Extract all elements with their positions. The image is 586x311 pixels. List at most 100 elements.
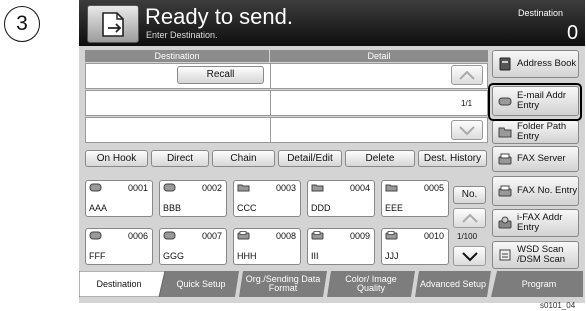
one-touch-number: 0003: [275, 183, 296, 193]
side-button-label: Folder Path Entry: [517, 121, 567, 142]
folder-icon: [237, 184, 250, 192]
page-indicator: 1/1: [461, 99, 473, 108]
one-touch-key[interactable]: 0005 EEE: [381, 180, 449, 217]
scroll-down-button[interactable]: [451, 120, 483, 140]
chain-button[interactable]: Chain: [212, 150, 275, 167]
image-code: s0101_04: [540, 301, 576, 310]
destination-count-label: Destination: [518, 8, 564, 18]
fax-icon: [237, 231, 250, 240]
destination-count: 0: [567, 22, 579, 44]
folder-icon: [498, 127, 512, 138]
one-touch-number: 0006: [127, 231, 148, 241]
tab-org-sending-data-format[interactable]: Org./Sending Data Format: [243, 271, 323, 297]
detail-edit-button[interactable]: Detail/Edit: [278, 150, 342, 167]
email-icon: [163, 183, 176, 192]
tab-advanced-setup[interactable]: Advanced Setup: [419, 271, 487, 297]
side-button-label: FAX Server: [517, 153, 566, 164]
one-touch-page-indicator: 1/100: [457, 232, 478, 241]
touch-panel: Ready to send. Enter Destination. Destin…: [79, 0, 585, 303]
wsd-scan-icon: [499, 249, 511, 261]
one-touch-key[interactable]: 0001 AAA: [85, 180, 153, 217]
dest-history-button[interactable]: Dest. History: [418, 150, 487, 167]
chevron-up-icon: [461, 213, 478, 223]
tab-program[interactable]: Program: [495, 271, 583, 297]
delete-button[interactable]: Delete: [345, 150, 415, 167]
direct-button[interactable]: Direct: [151, 150, 209, 167]
one-touch-number: 0008: [275, 231, 296, 241]
destination-column-header: Destination: [85, 50, 269, 62]
ifax-icon: [498, 216, 512, 229]
ifax-addr-entry-button[interactable]: i-FAX Addr Entry: [492, 209, 579, 237]
email-icon: [163, 231, 176, 240]
column-divider: [270, 91, 271, 115]
one-touch-number: 0002: [201, 183, 222, 193]
one-touch-key[interactable]: 0006 FFF: [85, 228, 153, 265]
home-button[interactable]: [87, 5, 139, 43]
one-touch-name: CCC: [237, 203, 257, 213]
one-touch-name: EEE: [385, 203, 404, 213]
side-button-label: FAX No. Entry: [517, 185, 578, 196]
number-search-button[interactable]: No.: [453, 186, 486, 204]
column-divider: [270, 64, 271, 88]
folder-icon: [385, 184, 398, 192]
one-touch-number: 0001: [127, 183, 148, 193]
one-touch-number: 0004: [349, 183, 370, 193]
one-touch-key[interactable]: 0008 HHH: [233, 228, 301, 265]
one-touch-name: FFF: [89, 251, 106, 261]
page-title: Ready to send.: [145, 4, 293, 29]
step-number-circle: 3: [4, 6, 40, 42]
detail-column-header: Detail: [270, 50, 488, 62]
tab-color-image-quality[interactable]: Color/ Image Quality: [331, 271, 411, 297]
one-touch-key[interactable]: 0002 BBB: [159, 180, 227, 217]
email-icon: [89, 183, 102, 192]
chevron-up-icon: [459, 70, 475, 80]
destination-row[interactable]: [85, 63, 488, 89]
one-touch-name: HHH: [237, 251, 257, 261]
side-button-label: i-FAX Addr Entry: [517, 212, 563, 233]
one-touch-number: 0007: [201, 231, 222, 241]
fax-icon: [311, 231, 324, 240]
one-touch-name: GGG: [163, 251, 185, 261]
recall-button[interactable]: Recall: [177, 66, 264, 84]
highlight-callout: [488, 83, 582, 121]
on-hook-button[interactable]: On Hook: [85, 150, 148, 167]
address-book-icon: [499, 57, 511, 71]
email-icon: [89, 231, 102, 240]
destination-row[interactable]: [85, 117, 488, 143]
fax-server-icon: [498, 153, 512, 165]
fax-icon: [385, 231, 398, 240]
one-touch-key[interactable]: 0010 JJJ: [381, 228, 449, 265]
one-touch-scroll-up-button[interactable]: [453, 208, 486, 228]
one-touch-key[interactable]: 0003 CCC: [233, 180, 301, 217]
folder-icon: [311, 184, 324, 192]
fax-server-button[interactable]: FAX Server: [492, 146, 579, 172]
one-touch-name: BBB: [163, 203, 182, 213]
one-touch-number: 0005: [423, 183, 444, 193]
fax-icon: [498, 185, 512, 197]
side-button-label: Address Book: [517, 58, 577, 69]
tab-destination[interactable]: Destination: [79, 271, 159, 297]
one-touch-key[interactable]: 0009 III: [307, 228, 375, 265]
one-touch-key[interactable]: 0004 DDD: [307, 180, 375, 217]
one-touch-name: III: [311, 251, 319, 261]
side-button-label: WSD Scan /DSM Scan: [517, 244, 566, 265]
tab-quick-setup[interactable]: Quick Setup: [165, 271, 237, 297]
column-divider: [270, 118, 271, 142]
one-touch-scroll-down-button[interactable]: [453, 246, 486, 266]
address-book-button[interactable]: Address Book: [492, 50, 579, 78]
one-touch-name: AAA: [89, 203, 108, 213]
status-bar: Ready to send. Enter Destination. Destin…: [79, 0, 585, 46]
fax-no-entry-button[interactable]: FAX No. Entry: [492, 176, 579, 206]
scroll-up-button[interactable]: [451, 65, 483, 85]
wsd-scan-button[interactable]: WSD Scan /DSM Scan: [492, 241, 579, 269]
one-touch-name: DDD: [311, 203, 331, 213]
one-touch-name: JJJ: [385, 251, 399, 261]
page-subtitle: Enter Destination.: [146, 30, 218, 40]
one-touch-number: 0010: [423, 231, 444, 241]
one-touch-number: 0009: [349, 231, 370, 241]
destination-row[interactable]: [85, 90, 488, 116]
folder-path-entry-button[interactable]: Folder Path Entry: [492, 120, 579, 144]
one-touch-key[interactable]: 0007 GGG: [159, 228, 227, 265]
chevron-down-icon: [459, 126, 475, 136]
send-icon: [102, 12, 124, 37]
